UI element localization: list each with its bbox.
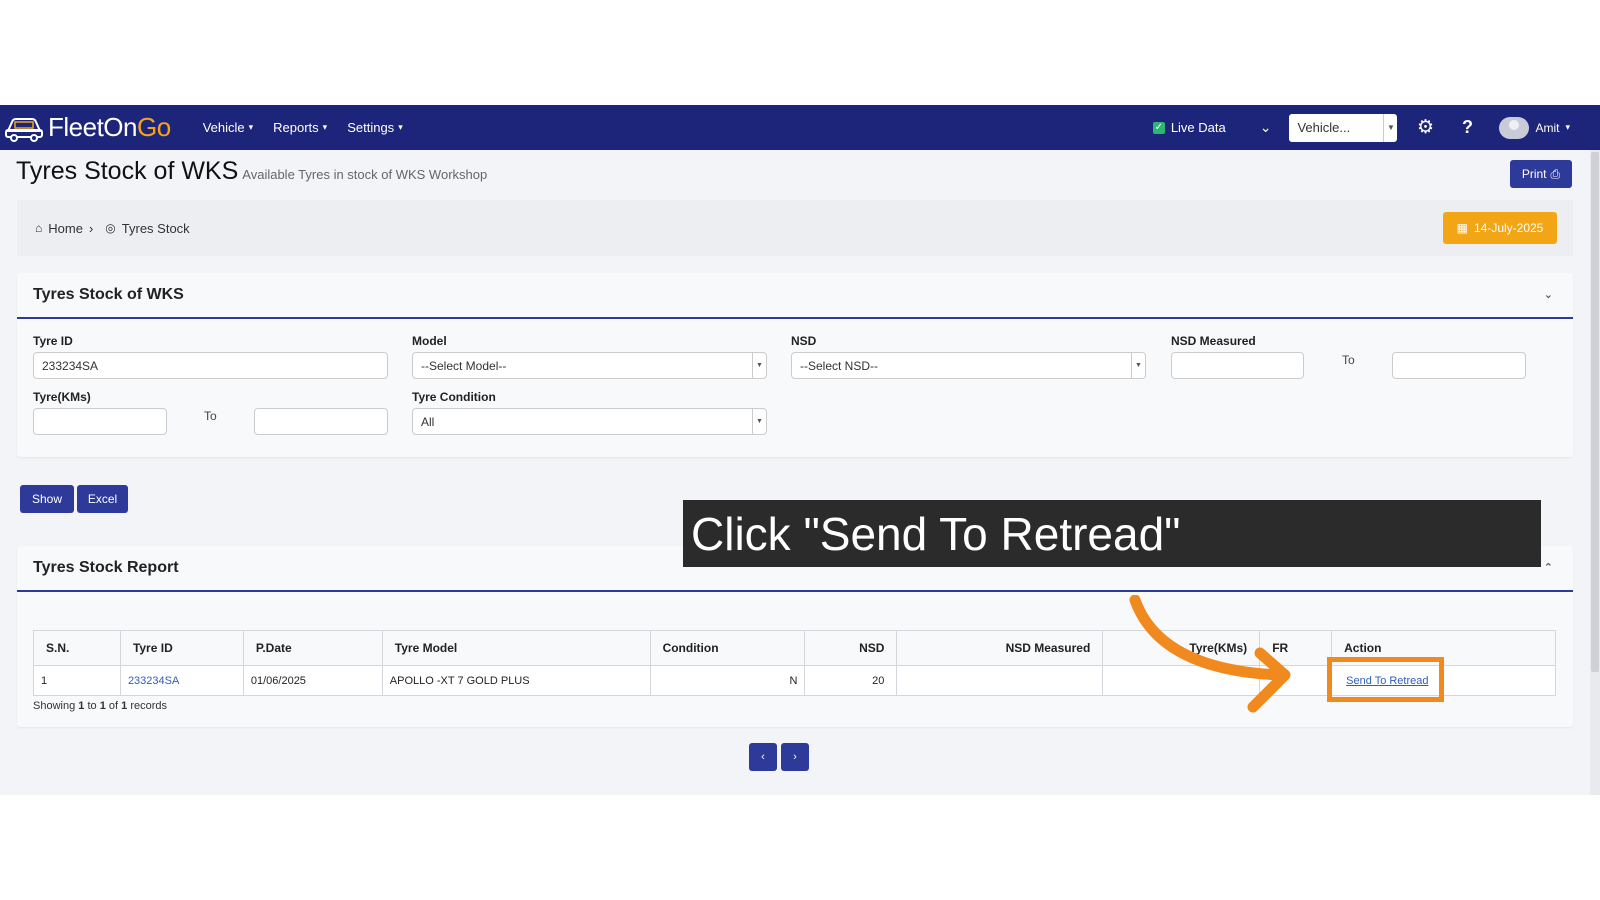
tyre-icon: ◎ xyxy=(105,221,116,235)
chevron-up-icon[interactable]: ⌃ xyxy=(1544,561,1553,574)
breadcrumb-home[interactable]: ⌂ Home › xyxy=(35,221,93,236)
avatar xyxy=(1499,116,1530,139)
logo[interactable]: FleetOnGo xyxy=(4,105,171,150)
tyre-kms-from-input[interactable] xyxy=(33,408,167,435)
chevron-right-icon: › xyxy=(793,751,797,763)
nsd-measured-from-input[interactable] xyxy=(1171,352,1304,379)
to-label: To xyxy=(1342,353,1355,367)
car-logo-icon xyxy=(5,117,43,142)
column-header[interactable]: NSD Measured xyxy=(896,630,1104,666)
calendar-icon: ▦ xyxy=(1456,221,1468,235)
to-label: To xyxy=(204,409,217,423)
column-header[interactable]: Tyre ID xyxy=(119,630,244,666)
model-label: Model xyxy=(412,334,447,348)
app-window: FleetOnGo Vehicle ▾ Reports ▾ Settings ▾ ✓ … xyxy=(0,105,1600,795)
column-header[interactable]: Tyre Model xyxy=(381,630,651,666)
column-header[interactable]: Condition xyxy=(649,630,806,666)
print-button[interactable]: Print ⎙ xyxy=(1510,160,1572,188)
nsd-measured-label: NSD Measured xyxy=(1171,334,1256,348)
cell-condition: N xyxy=(649,665,806,696)
gear-icon[interactable]: ⚙ xyxy=(1415,116,1435,139)
main-menu: Vehicle ▾ Reports ▾ Settings ▾ xyxy=(193,120,413,135)
page-subtitle: Available Tyres in stock of WKS Workshop xyxy=(242,167,488,182)
excel-button[interactable]: Excel xyxy=(77,485,128,513)
logo-text: FleetOnGo xyxy=(48,112,171,142)
checkbox-checked-icon[interactable]: ✓ xyxy=(1152,121,1165,134)
dropdown-arrow-icon: ▼ xyxy=(1131,353,1145,378)
tyre-condition-select[interactable]: All ▼ xyxy=(412,408,767,435)
breadcrumb: ⌂ Home › ◎ Tyres Stock ▦ 14-July-2025 xyxy=(17,200,1573,256)
pointer-arrow-icon xyxy=(1129,595,1291,713)
cell-model: APOLLO -XT 7 GOLD PLUS xyxy=(381,665,651,696)
help-icon[interactable]: ? xyxy=(1457,117,1477,138)
dropdown-arrow-icon: ▼ xyxy=(752,353,766,378)
highlight-box xyxy=(1327,657,1444,702)
filter-panel-header[interactable]: Tyres Stock of WKS ⌄ xyxy=(17,273,1573,319)
prev-page-button[interactable]: ‹ xyxy=(749,743,777,771)
instruction-callout: Click "Send To Retread" xyxy=(683,500,1541,567)
tyre-id-label: Tyre ID xyxy=(33,334,73,348)
tyre-condition-label: Tyre Condition xyxy=(412,390,496,404)
nsd-label: NSD xyxy=(791,334,817,348)
chevron-down-icon[interactable]: ⌄ xyxy=(1544,288,1553,301)
chevron-down-icon: ▾ xyxy=(248,122,254,132)
cell-nsd-measured xyxy=(896,665,1104,696)
chevron-right-icon: › xyxy=(88,220,94,236)
breadcrumb-current: ◎ Tyres Stock xyxy=(105,220,190,236)
chevron-left-icon: ‹ xyxy=(761,751,765,763)
cell-tyre-id-link[interactable]: 233234SA xyxy=(119,665,244,696)
page-title: Tyres Stock of WKS Available Tyres in sto… xyxy=(16,157,488,185)
top-navbar: FleetOnGo Vehicle ▾ Reports ▾ Settings ▾ ✓ … xyxy=(0,105,1600,150)
chevron-down-icon: ▾ xyxy=(322,122,328,132)
next-page-button[interactable]: › xyxy=(781,743,809,771)
column-header[interactable]: P.Date xyxy=(242,630,383,666)
chevron-down-icon[interactable]: ⌄ xyxy=(1260,119,1272,136)
tyre-kms-label: Tyre(KMs) xyxy=(33,390,91,404)
dropdown-arrow-icon: ▼ xyxy=(752,409,766,434)
column-header[interactable]: NSD xyxy=(804,630,898,666)
nsd-measured-to-input[interactable] xyxy=(1392,352,1526,379)
menu-reports[interactable]: Reports ▾ xyxy=(263,120,337,135)
column-header[interactable]: S.N. xyxy=(33,630,121,666)
tyre-kms-to-input[interactable] xyxy=(254,408,388,435)
cell-nsd: 20 xyxy=(804,665,898,696)
chevron-down-icon: ▾ xyxy=(1565,122,1570,132)
date-button[interactable]: ▦ 14-July-2025 xyxy=(1443,212,1557,244)
chevron-down-icon: ▾ xyxy=(398,122,403,132)
live-data-toggle[interactable]: ✓ Live Data xyxy=(1152,120,1226,135)
filter-panel: Tyres Stock of WKS ⌄ Tyre ID 233234SA Mo… xyxy=(17,273,1573,457)
menu-settings[interactable]: Settings ▾ xyxy=(337,120,413,135)
menu-vehicle[interactable]: Vehicle ▾ xyxy=(193,120,263,135)
nsd-select[interactable]: --Select NSD-- ▼ xyxy=(791,352,1146,379)
cell-sn: 1 xyxy=(33,665,121,696)
show-button[interactable]: Show xyxy=(20,485,74,513)
vehicle-select[interactable]: Vehicle... ▼ xyxy=(1289,113,1398,142)
navbar-right: ✓ Live Data ⌄ Vehicle... ▼ ⚙ ? Amit ▾ xyxy=(1152,105,1600,150)
records-summary: Showing 1 to 1 of 1 records xyxy=(33,700,168,712)
scrollbar[interactable] xyxy=(1590,150,1600,795)
tyre-id-input[interactable]: 233234SA xyxy=(33,352,388,379)
printer-icon: ⎙ xyxy=(1550,166,1561,181)
user-menu[interactable]: Amit ▾ xyxy=(1499,116,1570,139)
scrollbar-thumb[interactable] xyxy=(1591,152,1599,672)
cell-pdate: 01/06/2025 xyxy=(242,665,383,696)
home-icon: ⌂ xyxy=(35,221,43,235)
model-select[interactable]: --Select Model-- ▼ xyxy=(412,352,767,379)
dropdown-arrow-icon: ▼ xyxy=(1383,113,1397,142)
